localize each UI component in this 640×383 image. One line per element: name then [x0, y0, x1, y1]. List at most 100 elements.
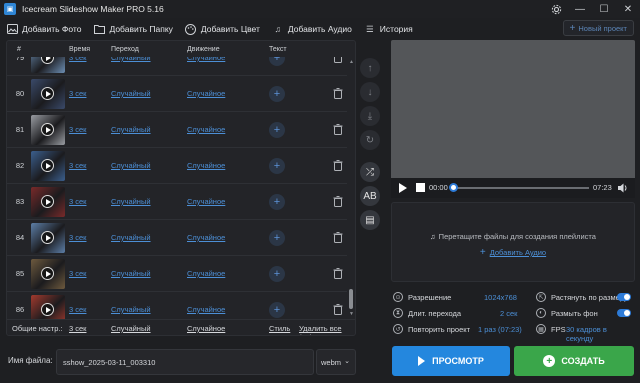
- trash-icon[interactable]: [333, 160, 343, 171]
- slide-thumbnail[interactable]: [31, 223, 65, 253]
- slide-transition-link[interactable]: Случайный: [111, 89, 151, 98]
- slide-thumbnail[interactable]: [31, 115, 65, 145]
- slide-row[interactable]: 81 3 сек Случайный Случайное +: [7, 111, 347, 147]
- slide-duration-link[interactable]: 3 сек: [69, 305, 86, 314]
- fps-value[interactable]: 30 кадров в секунду: [566, 325, 635, 343]
- slide-motion-link[interactable]: Случайное: [187, 125, 225, 134]
- play-icon[interactable]: [41, 87, 54, 100]
- audio-dropzone[interactable]: ♫ Перетащите файлы для создания плейлиста…: [391, 202, 635, 282]
- slide-duration-link[interactable]: 3 сек: [69, 197, 86, 206]
- close-icon[interactable]: ✕: [616, 0, 640, 18]
- add-audio-link[interactable]: + Добавить Аудио: [392, 247, 634, 258]
- add-text-button[interactable]: +: [269, 194, 285, 210]
- add-text-button[interactable]: +: [269, 302, 285, 318]
- trash-icon[interactable]: [333, 57, 343, 63]
- delete-all-link[interactable]: Удалить все (86): [299, 324, 355, 335]
- scroll-up-icon[interactable]: ▲: [349, 59, 354, 65]
- slide-thumbnail[interactable]: [31, 187, 65, 217]
- add-audio-button[interactable]: ♫ Добавить Аудио: [272, 23, 352, 35]
- add-color-button[interactable]: Добавить Цвет: [185, 23, 260, 35]
- maximize-icon[interactable]: ☐: [592, 0, 616, 18]
- play-icon[interactable]: [41, 231, 54, 244]
- slide-duration-link[interactable]: 3 сек: [69, 233, 86, 242]
- fps-row[interactable]: ▦ FPS: [536, 324, 566, 334]
- transition-length-row[interactable]: ⧗ Длит. перехода: [393, 308, 461, 318]
- slide-row[interactable]: 84 3 сек Случайный Случайное +: [7, 219, 347, 255]
- move-up-icon[interactable]: ↑: [360, 58, 380, 78]
- preview-button[interactable]: ПРОСМОТР: [392, 346, 510, 376]
- trash-icon[interactable]: [333, 304, 343, 315]
- volume-icon[interactable]: [617, 182, 629, 194]
- slide-duration-link[interactable]: 3 сек: [69, 57, 86, 62]
- caption-icon[interactable]: ▤: [360, 210, 380, 230]
- slide-transition-link[interactable]: Случайный: [111, 197, 151, 206]
- trash-icon[interactable]: [333, 88, 343, 99]
- add-text-button[interactable]: +: [269, 158, 285, 174]
- resolution-value[interactable]: 1024x768: [484, 293, 517, 302]
- add-text-button[interactable]: +: [269, 266, 285, 282]
- slide-transition-link[interactable]: Случайный: [111, 305, 151, 314]
- slide-motion-link[interactable]: Случайное: [187, 89, 225, 98]
- gear-icon[interactable]: [544, 0, 568, 18]
- play-icon[interactable]: [41, 159, 54, 172]
- slide-row[interactable]: 85 3 сек Случайный Случайное +: [7, 255, 347, 291]
- play-icon[interactable]: [41, 303, 54, 316]
- add-text-button[interactable]: +: [269, 57, 285, 66]
- add-folder-button[interactable]: Добавить Папку: [93, 23, 173, 35]
- trash-icon[interactable]: [333, 196, 343, 207]
- style-link[interactable]: Стиль: [269, 324, 290, 333]
- slide-motion-link[interactable]: Случайное: [187, 197, 225, 206]
- global-transition-link[interactable]: Случайный: [111, 324, 151, 333]
- stop-icon[interactable]: [416, 183, 425, 192]
- scroll-down-icon[interactable]: ▼: [349, 311, 354, 317]
- move-bottom-icon[interactable]: ⤓: [360, 106, 380, 126]
- slide-motion-link[interactable]: Случайное: [187, 233, 225, 242]
- format-select[interactable]: webm ⌄: [316, 349, 356, 375]
- play-icon[interactable]: [41, 195, 54, 208]
- stretch-toggle[interactable]: [617, 293, 631, 301]
- slide-motion-link[interactable]: Случайное: [187, 57, 225, 62]
- slide-thumbnail[interactable]: [31, 79, 65, 109]
- play-icon[interactable]: [399, 183, 407, 193]
- rotate-icon[interactable]: ↻: [360, 130, 380, 150]
- global-time-link[interactable]: 3 сек: [69, 324, 86, 333]
- slide-duration-link[interactable]: 3 сек: [69, 161, 86, 170]
- slide-motion-link[interactable]: Случайное: [187, 161, 225, 170]
- slide-transition-link[interactable]: Случайный: [111, 269, 151, 278]
- trash-icon[interactable]: [333, 232, 343, 243]
- slide-row[interactable]: 82 3 сек Случайный Случайное +: [7, 147, 347, 183]
- trash-icon[interactable]: [333, 124, 343, 135]
- repeat-value[interactable]: 1 раз (07:23): [478, 325, 522, 334]
- filename-input[interactable]: sshow_2025-03-11_003310: [56, 349, 314, 375]
- add-text-button[interactable]: +: [269, 230, 285, 246]
- resolution-row[interactable]: ⊙ Разрешение: [393, 292, 451, 302]
- add-text-button[interactable]: +: [269, 122, 285, 138]
- slide-thumbnail[interactable]: [31, 295, 65, 319]
- minimize-icon[interactable]: —: [568, 0, 592, 18]
- slide-row[interactable]: 83 3 сек Случайный Случайное +: [7, 183, 347, 219]
- progress-track[interactable]: [453, 187, 589, 189]
- slide-duration-link[interactable]: 3 сек: [69, 269, 86, 278]
- slide-motion-link[interactable]: Случайное: [187, 305, 225, 314]
- shuffle-icon[interactable]: ⤮: [360, 162, 380, 182]
- progress-knob[interactable]: [449, 183, 458, 192]
- slide-transition-link[interactable]: Случайный: [111, 57, 151, 62]
- slide-row[interactable]: 86 3 сек Случайный Случайное +: [7, 291, 347, 319]
- slide-thumbnail[interactable]: [31, 259, 65, 289]
- slide-transition-link[interactable]: Случайный: [111, 233, 151, 242]
- slide-duration-link[interactable]: 3 сек: [69, 125, 86, 134]
- new-project-button[interactable]: + Новый проект: [562, 20, 634, 36]
- slide-row[interactable]: 79 3 сек Случайный Случайное +: [7, 57, 347, 75]
- slide-thumbnail[interactable]: [31, 57, 65, 73]
- transition-length-value[interactable]: 2 сек: [500, 309, 517, 318]
- slide-thumbnail[interactable]: [31, 151, 65, 181]
- history-button[interactable]: ☰ История: [364, 23, 413, 35]
- global-motion-link[interactable]: Случайное: [187, 324, 225, 333]
- play-icon[interactable]: [41, 123, 54, 136]
- play-icon[interactable]: [41, 267, 54, 280]
- trash-icon[interactable]: [333, 268, 343, 279]
- slide-duration-link[interactable]: 3 сек: [69, 89, 86, 98]
- sort-ab-icon[interactable]: AB: [360, 186, 380, 206]
- slide-motion-link[interactable]: Случайное: [187, 269, 225, 278]
- repeat-row[interactable]: ↺ Повторить проект: [393, 324, 470, 334]
